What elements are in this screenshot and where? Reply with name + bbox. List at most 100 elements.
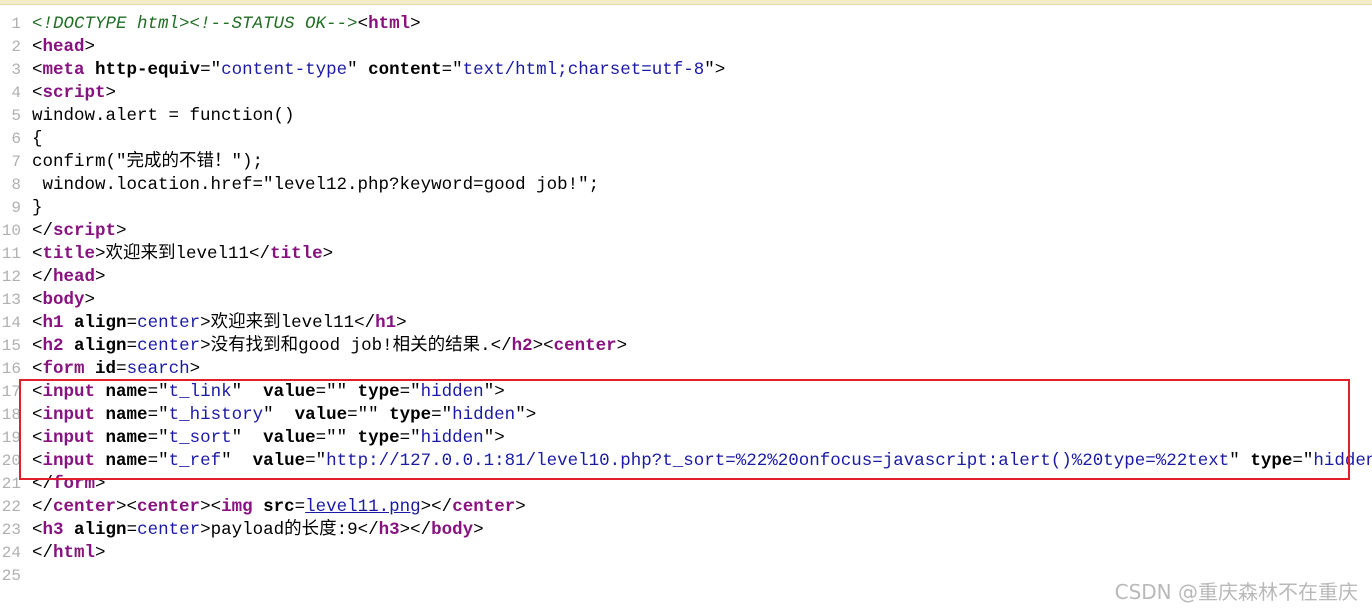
code-text: confirm("完成的不错！"); (32, 151, 263, 174)
code-text: <!DOCTYPE html><!--STATUS OK--><html> (32, 13, 421, 36)
code-token: { (32, 129, 43, 149)
code-token: id (95, 359, 117, 379)
code-token: < (32, 83, 43, 103)
code-text: <h3 align=center>payload的长度:9</h3></body… (32, 519, 484, 542)
highlight-box (19, 379, 1350, 480)
code-token: body (431, 520, 474, 540)
line-number: 16 (1, 360, 21, 378)
code-token: text/html;charset=utf-8 (462, 60, 705, 80)
code-token: < (32, 313, 43, 333)
line-number: 9 (11, 199, 21, 217)
code-token: html (368, 14, 411, 34)
line-number: 17 (1, 383, 21, 401)
line-number: 21 (1, 475, 21, 493)
source-line: 7 confirm("完成的不错！"); (0, 151, 1372, 174)
code-token: < (32, 520, 43, 540)
code-token: h3 (42, 520, 64, 540)
code-token: ></ (420, 497, 453, 517)
line-number: 25 (1, 567, 21, 585)
code-token: center (137, 497, 201, 517)
source-line: 3 <meta http-equiv="content-type" content… (0, 59, 1372, 82)
line-number: 23 (1, 521, 21, 539)
code-token: } (32, 198, 43, 218)
code-token: =" (200, 60, 222, 80)
code-token: < (32, 37, 43, 57)
line-number: 8 (11, 176, 21, 194)
code-token: > (473, 520, 484, 540)
code-token: > (396, 313, 407, 333)
source-line: 13 <body> (0, 289, 1372, 312)
line-number: 6 (11, 130, 21, 148)
code-token: >< (116, 497, 138, 517)
code-token: content-type (221, 60, 348, 80)
code-token: = (126, 336, 138, 356)
code-text: <head> (32, 36, 95, 59)
code-token: html (53, 543, 96, 563)
source-line: 2 <head> (0, 36, 1372, 59)
code-token: =" (441, 60, 463, 80)
code-text: <form id=search> (32, 358, 200, 381)
line-number: 4 (11, 84, 21, 102)
code-token: > (84, 37, 96, 57)
code-token: = (116, 359, 127, 379)
code-token: < (357, 14, 369, 34)
code-token: script (53, 221, 117, 241)
line-number: 22 (1, 498, 21, 516)
code-token: "> (704, 60, 726, 80)
code-token: body (42, 290, 85, 310)
code-token: </ (32, 221, 54, 241)
source-line: 24 </html> (0, 542, 1372, 565)
code-token: head (53, 267, 96, 287)
code-token: ></ (399, 520, 432, 540)
source-line: 22 </center><center><img src=level11.png>… (0, 496, 1372, 519)
code-token: = (126, 520, 138, 540)
code-token: search (126, 359, 190, 379)
code-token: < (32, 359, 43, 379)
code-token: = (126, 313, 138, 333)
code-token: title (270, 244, 323, 264)
code-token: content (368, 60, 442, 80)
line-number: 18 (1, 406, 21, 424)
code-token: >payload的长度:9</ (200, 520, 379, 540)
source-line: 9} (0, 197, 1372, 220)
line-number: 19 (1, 429, 21, 447)
source-line: 6{ (0, 128, 1372, 151)
code-token: > (189, 359, 201, 379)
line-number: 7 (11, 153, 21, 171)
code-token: center (137, 520, 201, 540)
line-number: 10 (1, 222, 21, 240)
code-token: >欢迎来到level11</ (200, 313, 376, 333)
source-link[interactable]: level11.png (305, 497, 421, 517)
line-number: 20 (1, 452, 21, 470)
code-token: > (95, 543, 106, 563)
code-token: </ (32, 497, 54, 517)
code-token: http-equiv (95, 60, 201, 80)
source-viewer[interactable]: 1 <!DOCTYPE html><!--STATUS OK--><html> 2 <… (0, 13, 1372, 588)
code-token: src (263, 497, 295, 517)
code-token: window.location.href="level12.php?keywor… (32, 175, 600, 195)
line-number: 15 (1, 337, 21, 355)
code-token: " (347, 60, 369, 80)
source-line: 12 </head> (0, 266, 1372, 289)
code-token: > (95, 267, 106, 287)
code-token: h2 (511, 336, 533, 356)
code-token: script (42, 83, 106, 103)
code-token: > (105, 83, 117, 103)
code-token: center (137, 336, 201, 356)
source-line: 10 </script> (0, 220, 1372, 243)
code-token: > (616, 336, 628, 356)
code-token: center (553, 336, 617, 356)
line-number: 5 (11, 107, 21, 125)
code-token: > (322, 244, 334, 264)
code-token: <!DOCTYPE html> (32, 14, 190, 34)
code-token: <!--STATUS OK--> (189, 14, 358, 34)
code-token: h1 (42, 313, 64, 333)
code-token: align (74, 336, 127, 356)
line-number: 24 (1, 544, 21, 562)
watermark: CSDN @重庆森林不在重庆 (1114, 580, 1358, 604)
